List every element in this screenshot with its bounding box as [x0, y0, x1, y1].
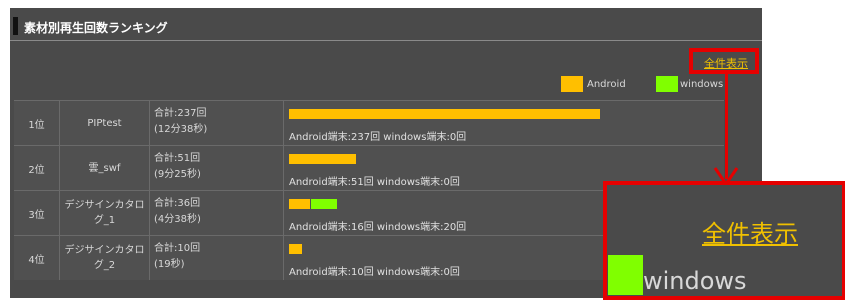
zoomed-windows-label: windows: [643, 267, 747, 295]
total-count: 合計:237回: [154, 108, 207, 119]
android-bar: [289, 199, 310, 209]
device-breakdown-text: Android端末:51回 windows端末:0回: [289, 177, 460, 188]
total-cell: 合計:36回 (4分38秒): [150, 191, 284, 235]
total-cell: 合計:10回 (19秒): [150, 236, 284, 280]
material-name-cell: 雲_swf: [60, 146, 150, 190]
material-name-cell: PIPtest: [60, 101, 150, 145]
total-duration: (4分38秒): [154, 214, 201, 225]
device-breakdown-text: Android端末:16回 windows端末:20回: [289, 222, 467, 233]
total-duration: (9分25秒): [154, 169, 201, 180]
total-count: 合計:51回: [154, 153, 201, 164]
total-cell: 合計:237回 (12分38秒): [150, 101, 284, 145]
show-all-highlight: [689, 48, 759, 74]
panel-header: 素材別再生回数ランキング: [10, 8, 762, 41]
total-duration: (19秒): [154, 259, 185, 270]
device-breakdown-text: Android端末:10回 windows端末:0回: [289, 267, 460, 278]
rank-cell: 3位: [14, 191, 60, 235]
legend-android-label: Android: [587, 79, 626, 90]
windows-bar: [311, 199, 337, 209]
zoomed-show-all-link: 全件表示: [702, 220, 798, 248]
android-bar: [289, 244, 302, 254]
rank-cell: 1位: [14, 101, 60, 145]
device-breakdown-text: Android端末:237回 windows端末:0回: [289, 132, 467, 143]
legend-windows-label: windows: [680, 79, 724, 90]
total-duration: (12分38秒): [154, 124, 208, 135]
legend-windows-swatch: [656, 76, 678, 92]
total-count: 合計:10回: [154, 243, 201, 254]
android-bar: [289, 154, 356, 164]
zoom-callout: 全件表示 windows: [603, 181, 845, 300]
material-name-cell: デジサインカタログ_2: [60, 236, 150, 280]
panel-title: 素材別再生回数ランキング: [24, 21, 168, 35]
rank-cell: 4位: [14, 236, 60, 280]
total-cell: 合計:51回 (9分25秒): [150, 146, 284, 190]
android-bar: [289, 109, 600, 119]
ranking-row: 1位 PIPtest 合計:237回 (12分38秒) Android端末:237回 w…: [14, 100, 724, 145]
material-name-cell: デジサインカタログ_1: [60, 191, 150, 235]
title-accent-bar: [13, 17, 18, 35]
legend-android-swatch: [561, 76, 583, 92]
play-bars-cell: Android端末:237回 windows端末:0回: [284, 101, 724, 145]
rank-cell: 2位: [14, 146, 60, 190]
total-count: 合計:36回: [154, 198, 201, 209]
zoomed-windows-swatch: [608, 255, 643, 295]
